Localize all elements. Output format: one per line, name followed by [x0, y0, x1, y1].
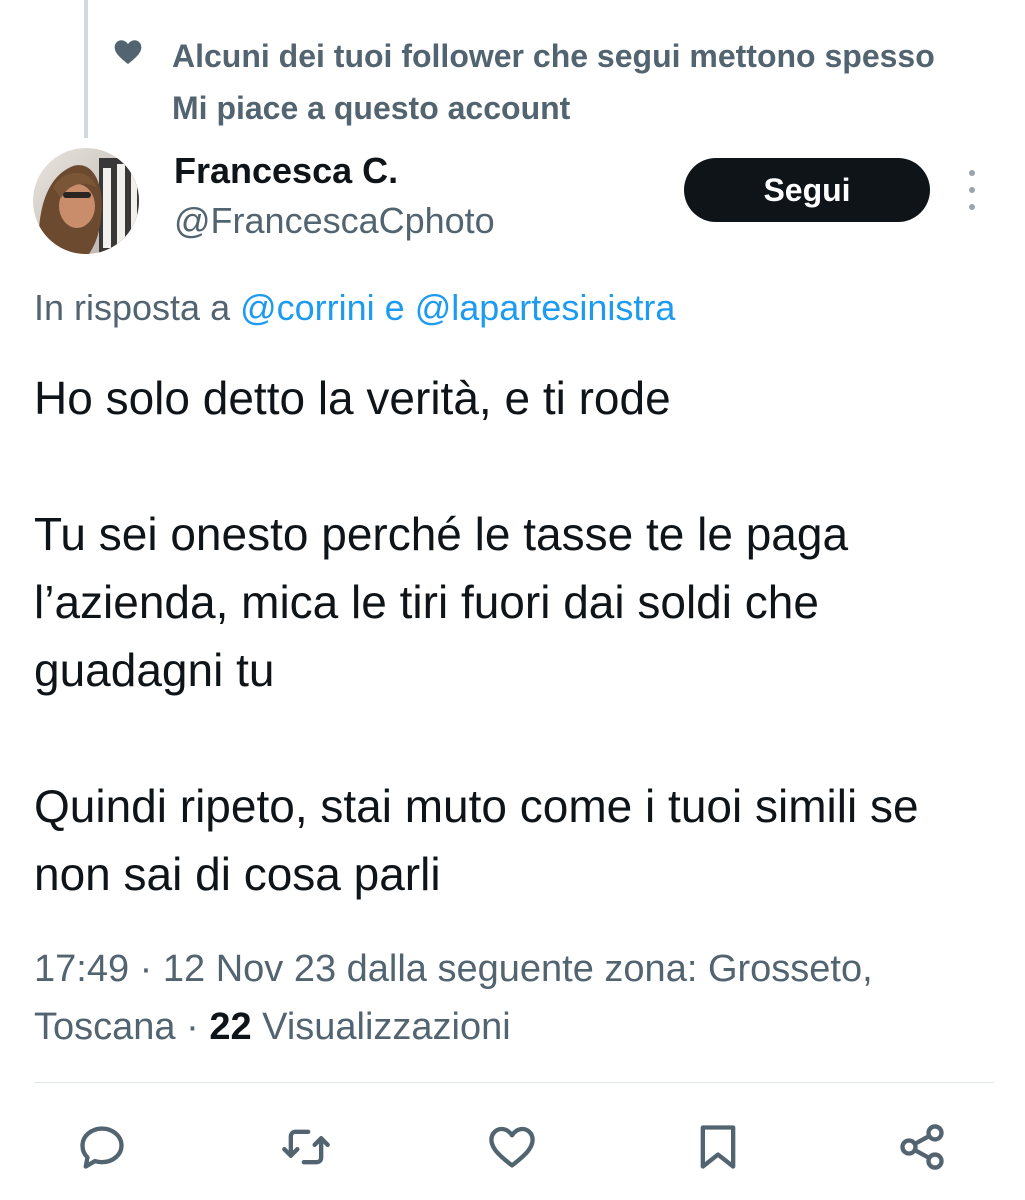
reply-conjunction: e: [374, 287, 415, 328]
tweet-time[interactable]: 17:49: [34, 948, 129, 990]
share-button[interactable]: [894, 1119, 950, 1175]
meta-separator: ·: [175, 1006, 210, 1048]
heart-icon: [114, 40, 142, 64]
tweet-paragraph: Ho solo detto la verità, e ti rode: [34, 372, 671, 424]
avatar[interactable]: [33, 148, 139, 254]
retweet-button[interactable]: [278, 1119, 334, 1175]
divider: [34, 1082, 994, 1083]
views-label[interactable]: Visualizzazioni: [252, 1006, 511, 1048]
tweet-meta: 17:49 · 12 Nov 23 dalla seguente zona: G…: [34, 940, 994, 1056]
reply-icon: [80, 1126, 124, 1169]
mention-corrini[interactable]: @corrini: [240, 287, 375, 328]
reply-prefix: In risposta a: [34, 287, 241, 328]
bookmark-button[interactable]: [690, 1119, 746, 1175]
reply-context: In risposta a @corrini e @lapartesinistr…: [34, 284, 675, 332]
follow-button[interactable]: Segui: [684, 158, 930, 222]
tweet-text: Ho solo detto la verità, e ti rode Tu se…: [34, 364, 994, 908]
more-options-icon[interactable]: [960, 170, 984, 210]
reply-button[interactable]: [74, 1119, 130, 1175]
mention-lapartesinistra[interactable]: @lapartesinistra: [415, 287, 676, 328]
tweet-paragraph: Tu sei onesto perché le tasse te le paga…: [34, 508, 849, 696]
social-context: Alcuni dei tuoi follower che segui metto…: [112, 30, 972, 134]
social-context-text: Alcuni dei tuoi follower che segui metto…: [172, 38, 935, 126]
retweet-icon: [282, 1129, 330, 1165]
meta-separator: ·: [129, 948, 163, 990]
like-button[interactable]: [484, 1119, 540, 1175]
views-count[interactable]: 22: [209, 1006, 251, 1048]
share-icon: [900, 1124, 944, 1170]
thread-line: [84, 0, 88, 138]
bookmark-icon: [700, 1125, 736, 1169]
tweet-paragraph: Quindi ripeto, stai muto come i tuoi sim…: [34, 780, 919, 900]
user-handle[interactable]: @FrancescaCphoto: [174, 198, 495, 244]
display-name[interactable]: Francesca C.: [174, 148, 398, 194]
like-icon: [489, 1126, 535, 1168]
